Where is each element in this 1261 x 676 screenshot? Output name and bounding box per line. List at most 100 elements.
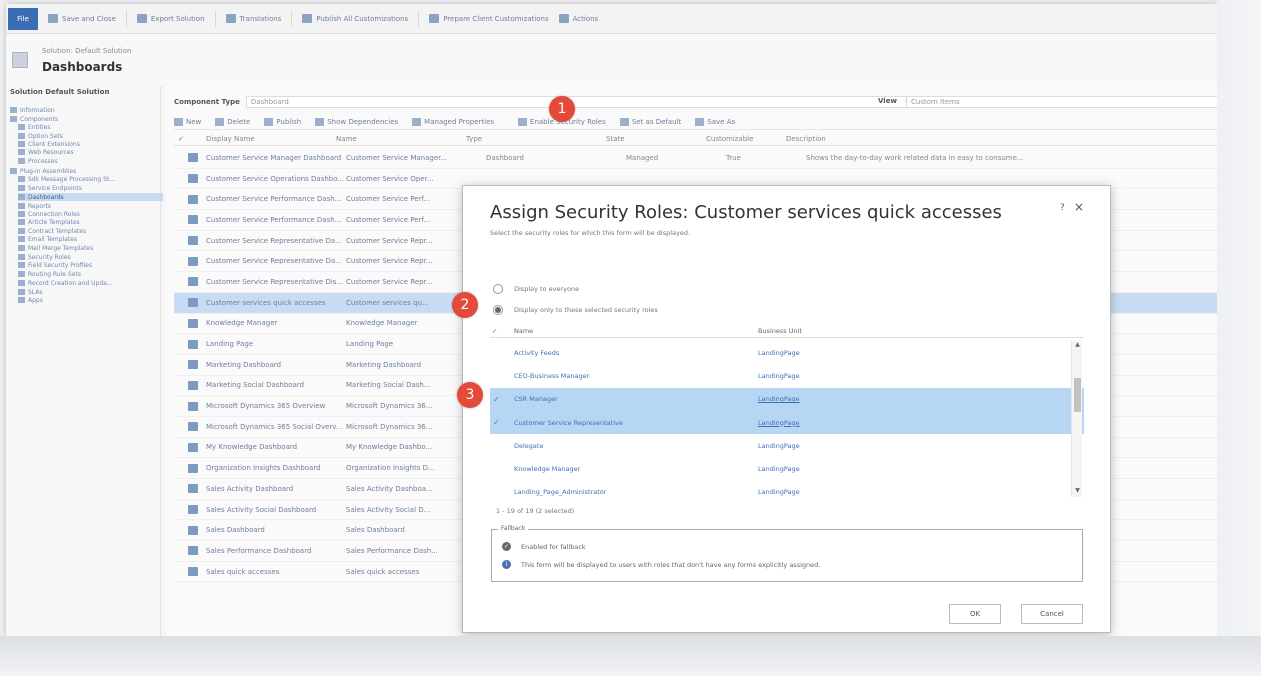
role-name-link[interactable]: Customer Service Representative bbox=[514, 419, 758, 427]
sidebar-item[interactable]: Sdk Message Processing St... bbox=[18, 175, 115, 183]
sidebar-item[interactable]: Reports bbox=[18, 202, 51, 210]
row-display-name[interactable]: Landing Page bbox=[206, 340, 346, 348]
fallback-enabled-row[interactable]: ✓ Enabled for fallback bbox=[502, 542, 586, 551]
business-unit-link[interactable]: LandingPage bbox=[758, 372, 800, 380]
column-role-name[interactable]: Name bbox=[514, 327, 758, 335]
component-type-select[interactable]: Dashboard▾ bbox=[245, 96, 916, 108]
translations-button[interactable]: Translations bbox=[225, 14, 281, 23]
checkmark-icon[interactable]: ✓ bbox=[502, 542, 511, 551]
view-select[interactable]: Custom Items bbox=[906, 96, 1218, 108]
sidebar-item[interactable]: Information bbox=[10, 106, 55, 114]
select-all-checkbox[interactable]: ✓ bbox=[174, 135, 206, 143]
role-checkbox[interactable]: ✓ bbox=[490, 418, 514, 427]
row-display-name[interactable]: My Knowledge Dashboard bbox=[206, 443, 346, 451]
sidebar-item[interactable]: Client Extensions bbox=[18, 140, 80, 148]
table-row[interactable]: Customer Service Manager Dashboard Custom… bbox=[174, 148, 1218, 169]
sidebar-item[interactable]: Processes bbox=[18, 157, 58, 165]
business-unit-link[interactable]: LandingPage bbox=[758, 419, 800, 427]
role-row[interactable]: CEO-Business Manager LandingPage bbox=[490, 364, 1084, 387]
scroll-up-icon[interactable]: ▲ bbox=[1072, 341, 1083, 351]
prepare-client-button[interactable]: Prepare Client Customizations bbox=[429, 14, 549, 23]
sidebar-item[interactable]: Article Templates bbox=[18, 218, 80, 226]
row-display-name[interactable]: Microsoft Dynamics 365 Social Overv... bbox=[206, 423, 346, 431]
row-display-name[interactable]: Sales Activity Social Dashboard bbox=[206, 506, 346, 514]
column-business-unit[interactable]: Business Unit bbox=[758, 327, 994, 335]
display-to-selected-option[interactable]: Display only to these selected security … bbox=[493, 305, 658, 315]
row-display-name[interactable]: Sales Activity Dashboard bbox=[206, 485, 346, 493]
radio-button[interactable] bbox=[493, 284, 503, 294]
roles-scrollbar[interactable]: ▲ ▼ bbox=[1071, 341, 1082, 497]
actions-menu[interactable]: Actions bbox=[558, 14, 598, 23]
sidebar-item[interactable]: Option Sets bbox=[18, 132, 63, 140]
row-display-name[interactable]: Customer Service Representative Dis... bbox=[206, 278, 346, 286]
row-display-name[interactable]: Marketing Dashboard bbox=[206, 361, 346, 369]
close-icon[interactable]: × bbox=[1074, 200, 1084, 214]
sidebar-item[interactable]: Service Endpoints bbox=[18, 184, 82, 192]
row-display-name[interactable]: Customer Service Operations Dashbo... bbox=[206, 175, 346, 183]
row-display-name[interactable]: Customer services quick accesses bbox=[206, 299, 346, 307]
business-unit-link[interactable]: LandingPage bbox=[758, 442, 800, 450]
column-description[interactable]: Description bbox=[786, 135, 826, 143]
column-name[interactable]: Name bbox=[336, 135, 466, 143]
export-solution-button[interactable]: Export Solution bbox=[136, 14, 205, 23]
row-display-name[interactable]: Sales Performance Dashboard bbox=[206, 547, 346, 555]
column-customizable[interactable]: Customizable bbox=[706, 135, 786, 143]
managed-properties-button[interactable]: Managed Properties bbox=[412, 117, 494, 126]
sidebar-item[interactable]: Dashboards bbox=[18, 193, 163, 201]
display-to-everyone-option[interactable]: Display to everyone bbox=[493, 284, 579, 294]
role-row[interactable]: ✓ CSR Manager LandingPage bbox=[490, 387, 1084, 411]
business-unit-link[interactable]: LandingPage bbox=[758, 488, 800, 496]
row-display-name[interactable]: Customer Service Performance Dash... bbox=[206, 195, 346, 203]
role-name-link[interactable]: CSR Manager bbox=[514, 395, 758, 403]
role-checkbox[interactable]: ✓ bbox=[490, 395, 514, 404]
role-row[interactable]: Delegate LandingPage bbox=[490, 434, 1084, 457]
save-and-close-button[interactable]: Save and Close bbox=[48, 14, 116, 23]
publish-button[interactable]: Publish bbox=[264, 117, 301, 126]
column-type[interactable]: Type bbox=[466, 135, 606, 143]
row-display-name[interactable]: Microsoft Dynamics 365 Overview bbox=[206, 402, 346, 410]
publish-all-button[interactable]: Publish All Customizations bbox=[302, 14, 408, 23]
sidebar-item[interactable]: Security Roles bbox=[18, 253, 71, 261]
sidebar-item[interactable]: Components bbox=[10, 115, 58, 123]
sidebar-item[interactable]: Routing Rule Sets bbox=[18, 270, 81, 278]
role-name-link[interactable]: CEO-Business Manager bbox=[514, 372, 758, 380]
sidebar-item[interactable]: Field Security Profiles bbox=[18, 261, 92, 269]
role-row[interactable]: Activity Feeds LandingPage bbox=[490, 341, 1084, 364]
role-name-link[interactable]: Landing_Page_Administrator bbox=[514, 488, 758, 496]
role-row[interactable]: Knowledge Manager LandingPage bbox=[490, 457, 1084, 480]
radio-button-selected[interactable] bbox=[493, 305, 503, 315]
sidebar-item[interactable]: Web Resources bbox=[18, 148, 74, 156]
help-icon[interactable]: ? bbox=[1060, 203, 1065, 213]
show-dependencies-button[interactable]: Show Dependencies bbox=[315, 117, 398, 126]
sidebar-item[interactable]: SLAs bbox=[18, 288, 43, 296]
file-button[interactable]: File bbox=[8, 7, 38, 30]
new-button[interactable]: New bbox=[174, 117, 201, 126]
sidebar-item[interactable]: Contract Templates bbox=[18, 227, 86, 235]
sidebar-item[interactable]: Apps bbox=[18, 296, 43, 304]
row-display-name[interactable]: Customer Service Performance Dash... bbox=[206, 216, 346, 224]
column-display-name[interactable]: Display Name bbox=[206, 135, 336, 143]
row-display-name[interactable]: Marketing Social Dashboard bbox=[206, 381, 346, 389]
set-as-default-button[interactable]: Set as Default bbox=[619, 117, 681, 126]
column-state[interactable]: State bbox=[606, 135, 706, 143]
row-display-name[interactable]: Organization Insights Dashboard bbox=[206, 464, 346, 472]
select-all-roles-checkbox[interactable]: ✓ bbox=[490, 327, 514, 335]
role-name-link[interactable]: Activity Feeds bbox=[514, 349, 758, 357]
row-display-name[interactable]: Customer Service Representative Da... bbox=[206, 237, 346, 245]
row-display-name[interactable]: Knowledge Manager bbox=[206, 319, 346, 327]
role-name-link[interactable]: Knowledge Manager bbox=[514, 465, 758, 473]
row-display-name[interactable]: Customer Service Manager Dashboard bbox=[206, 154, 346, 162]
row-display-name[interactable]: Customer Service Representative Da... bbox=[206, 257, 346, 265]
row-display-name[interactable]: Sales quick accesses bbox=[206, 568, 346, 576]
sidebar-item[interactable]: Plug-in Assemblies bbox=[10, 167, 76, 175]
sidebar-item[interactable]: Entities bbox=[18, 123, 50, 131]
scroll-thumb[interactable] bbox=[1074, 378, 1081, 412]
cancel-button[interactable]: Cancel bbox=[1021, 604, 1083, 624]
role-row[interactable]: Landing_Page_Administrator LandingPage bbox=[490, 481, 1084, 497]
business-unit-link[interactable]: LandingPage bbox=[758, 395, 800, 403]
sidebar-item[interactable]: Email Templates bbox=[18, 235, 77, 243]
scroll-down-icon[interactable]: ▼ bbox=[1072, 487, 1083, 497]
sidebar-item[interactable]: Record Creation and Upda... bbox=[18, 279, 113, 287]
business-unit-link[interactable]: LandingPage bbox=[758, 465, 800, 473]
sidebar-item[interactable]: Connection Roles bbox=[18, 210, 80, 218]
